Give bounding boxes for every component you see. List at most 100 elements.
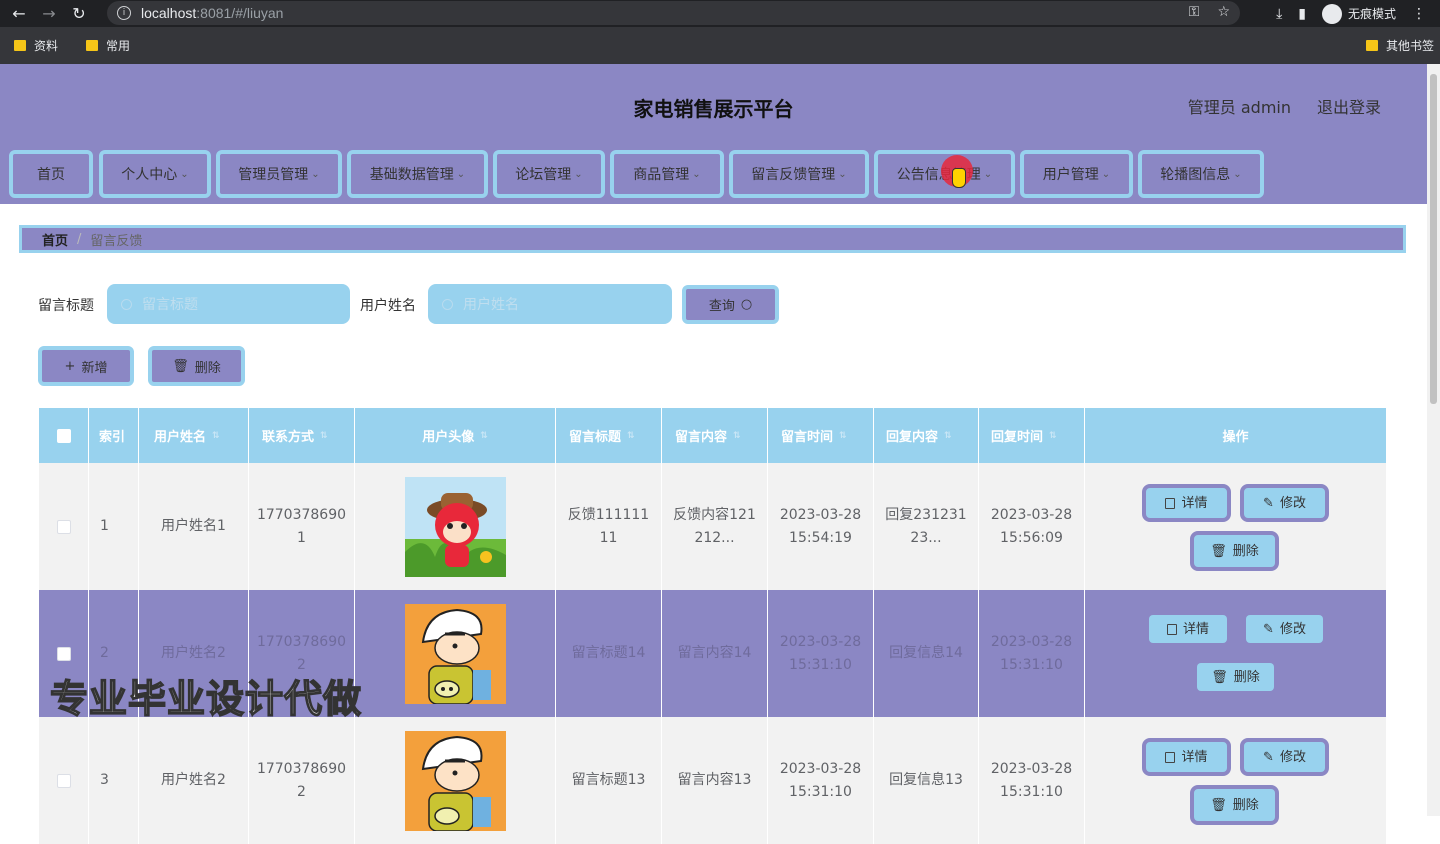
col-phone[interactable]: 联系方式 ⇅ — [249, 408, 355, 463]
col-actions: 操作 — [1222, 430, 1249, 445]
row-index: 3 — [89, 717, 139, 844]
row-name: 用户姓名1 — [139, 463, 249, 590]
address-bar[interactable]: i localhost:8081/#/liuyan ⚿ ☆ — [107, 1, 1240, 25]
menu-item-goods[interactable]: 商品管理 ⌄ — [610, 150, 724, 198]
incognito-icon — [1321, 3, 1342, 24]
delete-button[interactable]: 🗑 删除 — [1197, 663, 1274, 691]
plus-icon: + — [64, 358, 76, 374]
row-time: 2023-03-28 15:54:19 — [768, 463, 874, 590]
col-name[interactable]: 用户姓名 ⇅ — [139, 408, 249, 463]
row-reply: 回复信息14 — [874, 590, 979, 717]
menu-item-admin[interactable]: 管理员管理 ⌄ — [216, 150, 342, 198]
star-icon[interactable]: ☆ — [1217, 4, 1230, 20]
row-index: 1 — [89, 463, 139, 590]
row-actions: 详情 ✎ 修改 🗑 删除 — [1085, 590, 1386, 717]
row-title: 留言标题14 — [556, 590, 662, 717]
document-icon — [1165, 751, 1176, 763]
row-avatar — [355, 717, 556, 844]
sort-icon: ⇅ — [839, 430, 847, 441]
menu-item-home[interactable]: 首页 — [9, 150, 93, 198]
menu-item-profile[interactable]: 个人中心 ⌄ — [99, 150, 211, 198]
other-bookmarks[interactable]: 其他书签 — [1365, 37, 1434, 54]
chevron-down-icon: ⌄ — [180, 168, 189, 180]
breadcrumb-current: 留言反馈 — [90, 233, 143, 249]
row-time: 2023-03-28 15:31:10 — [768, 717, 874, 844]
col-reply[interactable]: 回复内容 ⇅ — [874, 408, 979, 463]
select-all-checkbox[interactable] — [56, 428, 71, 443]
row-checkbox[interactable] — [56, 646, 71, 661]
menu-item-forum[interactable]: 论坛管理 ⌄ — [493, 150, 605, 198]
title-search-label: 留言标题 — [38, 298, 94, 314]
row-content: 留言内容14 — [662, 590, 768, 717]
sidebar-icon[interactable]: ▮ — [1298, 6, 1306, 22]
row-actions: 详情 ✎ 修改 🗑 删除 — [1085, 717, 1386, 844]
delete-button[interactable]: 🗑 删除 — [1190, 785, 1279, 825]
row-reply-time: 2023-03-28 15:56:09 — [979, 463, 1085, 590]
logout-link[interactable]: 退出登录 — [1317, 94, 1381, 118]
menu-item-feedback[interactable]: 留言反馈管理 ⌄ — [729, 150, 869, 198]
add-button[interactable]: + 新增 — [38, 346, 134, 386]
bookmarks-bar: 资料 常用 其他书签 — [0, 27, 1440, 64]
chevron-down-icon: ⌄ — [692, 168, 701, 180]
menu-item-basic-data[interactable]: 基础数据管理 ⌄ — [347, 150, 488, 198]
sort-icon: ⇅ — [944, 430, 952, 441]
chevron-down-icon: ⌄ — [1101, 168, 1111, 180]
row-content: 留言内容13 — [662, 717, 768, 844]
row-checkbox[interactable] — [56, 519, 71, 534]
detail-button[interactable]: 详情 — [1142, 738, 1231, 776]
col-title[interactable]: 留言标题 ⇅ — [556, 408, 662, 463]
reload-icon[interactable]: ↻ — [68, 3, 90, 25]
edit-button[interactable]: ✎ 修改 — [1240, 738, 1329, 776]
bookmark-folder[interactable]: 常用 — [86, 37, 130, 54]
scrollbar[interactable] — [1427, 64, 1440, 816]
menu-item-users[interactable]: 用户管理 ⌄ — [1020, 150, 1133, 198]
edit-icon: ✎ — [1263, 495, 1274, 511]
col-reply-time[interactable]: 回复时间 ⇅ — [979, 408, 1085, 463]
sort-icon: ⇅ — [733, 430, 741, 441]
edit-icon: ✎ — [1263, 749, 1274, 765]
title-search-input[interactable]: 留言标题 — [107, 284, 350, 324]
col-avatar[interactable]: 用户头像 ⇅ — [355, 408, 556, 463]
chevron-down-icon: ⌄ — [838, 168, 847, 180]
trash-icon: 🗑 — [1210, 797, 1227, 813]
row-checkbox[interactable] — [56, 773, 71, 788]
document-icon — [1165, 497, 1176, 509]
chevron-down-icon: ⌄ — [456, 168, 466, 180]
col-time[interactable]: 留言时间 ⇅ — [768, 408, 874, 463]
row-reply: 回复信息13 — [874, 717, 979, 844]
download-icon[interactable]: ⤓ — [1276, 6, 1282, 22]
row-actions: 详情 ✎ 修改 🗑 删除 — [1085, 463, 1386, 590]
sort-icon: ⇅ — [480, 430, 488, 441]
batch-delete-button[interactable]: 🗑 删除 — [148, 346, 245, 386]
name-search-input[interactable]: 用户姓名 — [428, 284, 672, 324]
edit-button[interactable]: ✎ 修改 — [1246, 615, 1323, 643]
menu-item-carousel[interactable]: 轮播图信息 ⌄ — [1138, 150, 1264, 198]
breadcrumb-home[interactable]: 首页 — [42, 230, 68, 249]
incognito-badge[interactable]: 无痕模式 — [1321, 3, 1396, 24]
row-reply-time: 2023-03-28 15:31:10 — [979, 590, 1085, 717]
row-title: 反馈111111 11 — [556, 463, 662, 590]
detail-button[interactable]: 详情 — [1149, 615, 1227, 643]
forward-icon[interactable]: → — [38, 3, 60, 25]
trash-icon: 🗑 — [172, 358, 189, 374]
sort-icon: ⇅ — [627, 430, 635, 441]
scrollbar-thumb[interactable] — [1430, 74, 1437, 404]
back-icon[interactable]: ← — [8, 3, 30, 25]
query-button[interactable]: 查询 ○ — [682, 285, 779, 324]
user-avatar-image — [404, 476, 506, 577]
detail-button[interactable]: 详情 — [1142, 484, 1231, 522]
col-index: 索引 — [89, 408, 139, 463]
bookmark-folder[interactable]: 资料 — [14, 37, 58, 54]
chevron-down-icon: ⌄ — [1233, 168, 1242, 180]
info-icon[interactable]: i — [117, 6, 131, 20]
select-all-cell — [39, 408, 89, 463]
delete-button[interactable]: 🗑 删除 — [1190, 531, 1279, 571]
row-name: 用户姓名2 — [139, 717, 249, 844]
key-icon[interactable]: ⚿ — [1189, 4, 1200, 20]
menu-dots-icon[interactable]: ⋮ — [1412, 6, 1426, 22]
edit-button[interactable]: ✎ 修改 — [1240, 484, 1329, 522]
table-row: 3 用户姓名2 1770378690 2 留言标题13 留言内容13 2023-0… — [39, 717, 1386, 844]
col-content[interactable]: 留言内容 ⇅ — [662, 408, 768, 463]
row-title: 留言标题13 — [556, 717, 662, 844]
nav-menu: 首页 个人中心 ⌄ 管理员管理 ⌄ 基础数据管理 ⌄ 论坛管理 ⌄ 商品管理 ⌄ 留言反馈… — [0, 144, 1427, 204]
